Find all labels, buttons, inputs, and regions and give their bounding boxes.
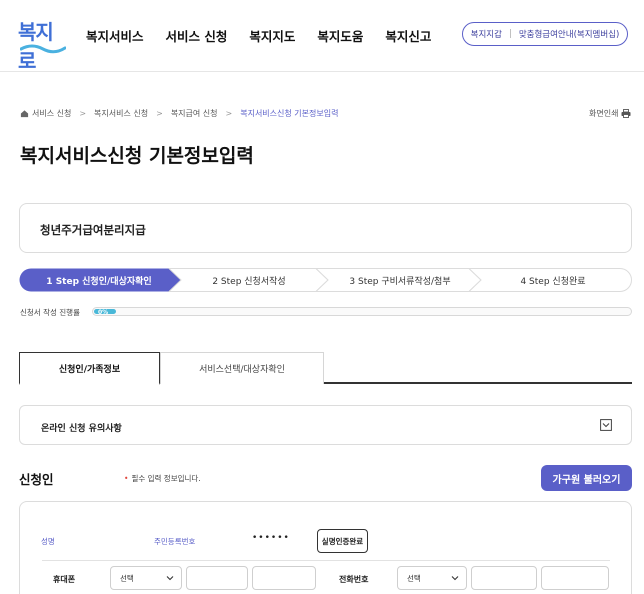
print-button[interactable]: 화면인쇄 — [589, 108, 631, 119]
welfare-wallet-label: 복지지갑 — [470, 30, 502, 40]
logo-wave-icon — [20, 44, 66, 54]
mobile-select-value: 선택 — [120, 574, 134, 583]
progress-fill: 0% — [94, 309, 116, 316]
phone-label: 전화번호 — [339, 575, 369, 584]
breadcrumb: 서비스 신청 > 복지서비스 신청 > 복지급여 신청 > 복지서비스신청 기본… — [20, 108, 338, 119]
chevron-down-icon — [166, 576, 174, 581]
required-note: • 필수 입력 정보입니다. — [124, 473, 201, 484]
phone-middle-input[interactable] — [471, 566, 537, 590]
tab-service-selection[interactable]: 서비스선택/대상자확인 — [160, 352, 324, 384]
print-label: 화면인쇄 — [589, 109, 619, 118]
rrn-value: •••••• — [252, 533, 290, 543]
applicant-form: 성명 주민등록번호 •••••• 실명인증완료 휴대폰 선택 전화번호 선택 — [19, 501, 632, 594]
nav-welfare-help[interactable]: 복지도움 — [317, 26, 363, 45]
mobile-last-input[interactable] — [252, 566, 316, 590]
printer-icon — [621, 109, 631, 118]
site-header: 복지로 복지서비스 서비스 신청 복지지도 복지도움 복지신고 복지지갑 | 맞… — [0, 0, 644, 73]
phone-area-select[interactable]: 선택 — [397, 566, 467, 590]
breadcrumb-separator: > — [156, 109, 163, 118]
service-name: 청년주거급여분리지급 — [40, 223, 146, 237]
phone-select-value: 선택 — [407, 574, 421, 583]
service-name-box: 청년주거급여분리지급 — [19, 203, 632, 253]
top-button-separator: | — [508, 29, 512, 39]
load-household-button[interactable]: 가구원 불러오기 — [541, 465, 632, 491]
mobile-label: 휴대폰 — [53, 575, 76, 584]
page-title: 복지서비스신청 기본정보입력 — [20, 145, 254, 167]
step-2: 2 Step 신청서작성 — [212, 276, 286, 287]
custom-benefit-label: 맞춤형급여안내(복지멤버십) — [518, 30, 620, 40]
breadcrumb-item[interactable]: 복지급여 신청 — [171, 108, 218, 119]
notice-label: 온라인 신청 유의사항 — [41, 424, 122, 434]
name-label: 성명 — [41, 537, 55, 546]
breadcrumb-separator: > — [225, 109, 233, 118]
applicant-section-title: 신청인 — [19, 472, 54, 487]
form-divider — [42, 560, 610, 561]
verify-name-button[interactable]: 실명인증완료 — [317, 529, 368, 553]
nav-welfare-map[interactable]: 복지지도 — [249, 26, 295, 45]
required-mark: • — [124, 474, 129, 483]
breadcrumb-separator: > — [79, 109, 87, 118]
nav-welfare-service[interactable]: 복지서비스 — [86, 26, 144, 45]
rrn-label: 주민등록번호 — [154, 537, 196, 546]
phone-last-input[interactable] — [541, 566, 609, 590]
step-indicator: 1 Step 신청인/대상자확인 2 Step 신청서작성 3 Step 구비서… — [19, 268, 632, 292]
mobile-carrier-select[interactable]: 선택 — [110, 566, 182, 590]
breadcrumb-item[interactable]: 복지서비스 신청 — [94, 108, 148, 119]
chevron-down-icon — [451, 576, 459, 581]
main-nav: 복지서비스 서비스 신청 복지지도 복지도움 복지신고 — [86, 26, 453, 45]
tab-bar: 신청인/가족정보 서비스선택/대상자확인 — [19, 352, 632, 385]
step-3: 3 Step 구비서류작성/첨부 — [349, 276, 451, 287]
progress-percent: 0% — [98, 309, 109, 316]
breadcrumb-current: 복지서비스신청 기본정보입력 — [240, 109, 339, 118]
progress-bar: 0% — [92, 307, 632, 316]
welfare-wallet-button[interactable]: 복지지갑 | 맞춤형급여안내(복지멤버십) — [462, 22, 628, 46]
home-icon — [20, 110, 29, 118]
nav-service-application[interactable]: 서비스 신청 — [166, 26, 228, 45]
step-4: 4 Step 신청완료 — [520, 276, 586, 287]
mobile-middle-input[interactable] — [186, 566, 248, 590]
expand-checkbox-icon[interactable] — [600, 419, 612, 431]
progress-label: 신청서 작성 진행률 — [20, 308, 80, 317]
nav-welfare-report[interactable]: 복지신고 — [385, 26, 431, 45]
tab-applicant-family[interactable]: 신청인/가족정보 — [19, 352, 160, 385]
bokjiro-logo[interactable]: 복지로 — [18, 14, 70, 73]
online-notice-accordion[interactable]: 온라인 신청 유의사항 — [19, 405, 632, 445]
step-1: 1 Step 신청인/대상자확인 — [46, 276, 152, 287]
required-note-text: 필수 입력 정보입니다. — [131, 474, 201, 483]
breadcrumb-item[interactable]: 서비스 신청 — [32, 108, 71, 119]
